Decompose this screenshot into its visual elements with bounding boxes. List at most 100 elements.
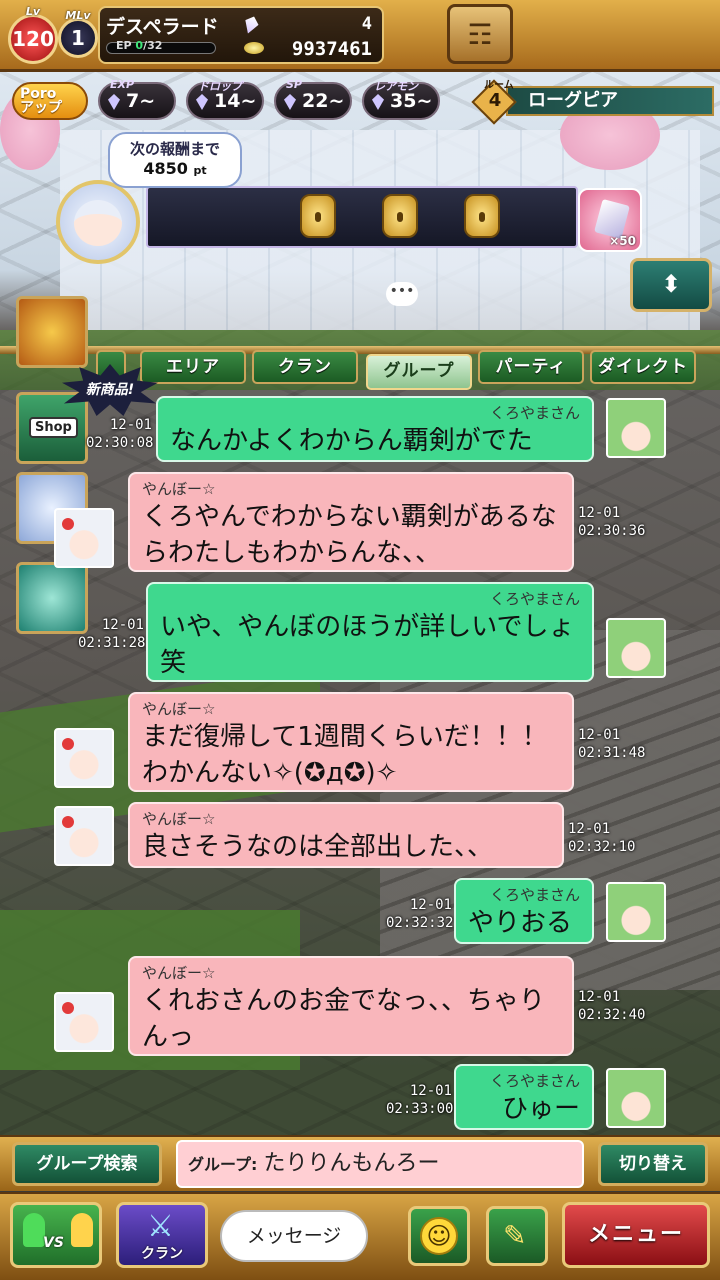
chat-message-other[interactable]: やんぼー☆ くれおさんのお金でなっ、、ちゃりんっ xyxy=(128,956,574,1056)
room-name-plate[interactable]: ローグピア xyxy=(506,86,714,116)
reward-points-value: 4850 xyxy=(143,159,188,178)
drop-boost[interactable]: ドロップ 14~ xyxy=(186,80,264,120)
group-search-button[interactable]: グループ検索 xyxy=(12,1142,162,1186)
message-sender: やんぼー☆ xyxy=(142,700,216,718)
shop-label: Shop xyxy=(29,417,78,438)
message-text: やりおる xyxy=(468,908,573,938)
lock-icon xyxy=(300,194,336,238)
switch-group-button[interactable]: 切り替え xyxy=(598,1142,708,1186)
message-sender: やんぼー☆ xyxy=(142,810,216,828)
reward-points-unit: pt xyxy=(193,164,207,177)
emoji-button[interactable]: ☺ xyxy=(408,1206,470,1266)
message-timestamp: 12-01 02:31:48 xyxy=(578,727,646,761)
message-text: くれおさんのお金でなっ、、ちゃりんっ xyxy=(142,986,546,1052)
sender-avatar[interactable] xyxy=(54,806,114,866)
sp-boost[interactable]: SP 22~ xyxy=(274,78,352,120)
gem-count: 4 xyxy=(361,14,372,34)
message-text: ひゅー xyxy=(501,1094,580,1124)
message-sender: くろやまさん xyxy=(489,1072,580,1090)
ep-current: 0 xyxy=(135,39,144,52)
lock-icon xyxy=(464,194,500,238)
level-badge: Lv 120 xyxy=(8,5,58,64)
message-text: まだ復帰して1週間くらいだ！！！わかんない✧(✪д✪)✧ xyxy=(142,722,548,788)
message-text: 良さそうなのは全部出した、、 xyxy=(142,832,494,862)
ep-readout: EP 0/32 xyxy=(116,39,162,52)
group-name: たりりんもんろー xyxy=(263,1151,440,1176)
friends-book-button[interactable]: ☶ xyxy=(447,4,513,64)
ep-label: EP xyxy=(116,39,132,52)
chat-message-other[interactable]: やんぼー☆ 良さそうなのは全部出した、、 xyxy=(128,802,564,868)
chat-message-other[interactable]: やんぼー☆ まだ復帰して1週間くらいだ！！！わかんない✧(✪д✪)✧ xyxy=(128,692,574,792)
sender-avatar[interactable] xyxy=(606,1068,666,1128)
sender-avatar[interactable] xyxy=(606,398,666,458)
level-value: 120 xyxy=(12,27,54,51)
sender-avatar[interactable] xyxy=(606,618,666,678)
sender-avatar[interactable] xyxy=(54,728,114,788)
status-bar: Lv 120 MLv 1 デスペラード EP 0/32 4 9937461 ☶ xyxy=(0,0,720,72)
tab-group[interactable]: グループ xyxy=(366,354,472,390)
shop-button[interactable]: Shop xyxy=(16,392,88,464)
brush-icon: ✎ xyxy=(503,1219,527,1252)
message-timestamp: 12-01 02:30:08 xyxy=(86,417,154,451)
master-level-caption: MLv xyxy=(65,9,91,22)
master-level-badge: MLv 1 xyxy=(58,9,98,58)
crystal-icon xyxy=(196,94,208,110)
ep-max: /32 xyxy=(143,39,163,52)
menu-button[interactable]: メニュー xyxy=(562,1202,710,1268)
next-reward-bubble: 次の報酬まで 4850 pt xyxy=(108,132,242,188)
character-avatar[interactable] xyxy=(56,180,140,264)
tab-area[interactable]: エリア xyxy=(140,350,246,384)
exp-boost-label: EXP xyxy=(110,78,135,91)
sender-avatar[interactable] xyxy=(54,508,114,568)
clan-button[interactable]: ⚔ クラン xyxy=(116,1202,208,1268)
book-icon: ☶ xyxy=(467,17,493,51)
sender-avatar[interactable] xyxy=(606,882,666,942)
chat-message-mine[interactable]: くろやまさん ひゅー xyxy=(454,1064,594,1130)
message-text: いや、やんぼのほうが詳しいでしょ笑 xyxy=(160,612,575,678)
current-group-field[interactable]: グループ: たりりんもんろー xyxy=(176,1140,584,1188)
exp-boost[interactable]: EXP 7~ xyxy=(98,78,176,120)
player-stat-panel: デスペラード EP 0/32 4 9937461 xyxy=(98,6,384,64)
room-caption: ルーム xyxy=(484,80,514,91)
message-input-button[interactable]: メッセージ xyxy=(220,1210,368,1262)
chat-message-mine[interactable]: くろやまさん やりおる xyxy=(454,878,594,944)
message-sender: くろやまさん xyxy=(489,886,580,904)
pvp-button[interactable]: VS xyxy=(10,1202,102,1268)
smiley-icon: ☺ xyxy=(420,1217,458,1255)
message-sender: やんぼー☆ xyxy=(142,480,216,498)
lock-icon xyxy=(382,194,418,238)
sp-boost-label: SP xyxy=(286,78,302,91)
event-button[interactable] xyxy=(16,296,88,368)
message-sender: くろやまさん xyxy=(489,404,580,422)
room-number: 4 xyxy=(488,90,502,111)
stamp-button[interactable]: ✎ xyxy=(486,1206,548,1266)
gold-coin-icon xyxy=(244,42,264,54)
message-timestamp: 12-01 02:30:36 xyxy=(578,505,646,539)
message-timestamp: 12-01 02:32:10 xyxy=(568,821,636,855)
sender-avatar[interactable] xyxy=(54,992,114,1052)
reward-item[interactable]: ×50 xyxy=(578,188,642,252)
gold-count: 9937461 xyxy=(291,38,372,60)
message-timestamp: 12-01 02:33:00 xyxy=(386,1083,454,1117)
next-reward-label: 次の報酬まで xyxy=(129,140,220,158)
poro-label: Poro xyxy=(20,86,57,102)
chat-message-other[interactable]: やんぼー☆ くろやんでわからない覇剣があるならわたしもわからんな、、 xyxy=(128,472,574,572)
speech-bubble-icon: ••• xyxy=(386,282,418,306)
rare-monster-boost[interactable]: レアモン 35~ xyxy=(362,80,440,120)
expand-collapse-button[interactable]: ⬍ xyxy=(630,258,712,312)
chat-message-mine[interactable]: くろやまさん いや、やんぼのほうが詳しいでしょ笑 xyxy=(146,582,594,682)
tab-clan[interactable]: クラン xyxy=(252,350,358,384)
master-level-value: 1 xyxy=(71,26,85,50)
reward-track[interactable] xyxy=(146,186,578,248)
clan-label: クラン xyxy=(141,1246,183,1262)
message-sender: やんぼー☆ xyxy=(142,964,216,982)
poro-up-button[interactable]: Poro アップ xyxy=(12,82,88,120)
up-down-arrow-icon: ⬍ xyxy=(660,270,682,298)
message-sender: くろやまさん xyxy=(489,590,580,608)
tab-direct[interactable]: ダイレクト xyxy=(590,350,696,384)
gem-icon xyxy=(241,14,260,36)
chat-message-mine[interactable]: くろやまさん なんかよくわからん覇剣がでた xyxy=(156,396,594,462)
message-text: くろやんでわからない覇剣があるならわたしもわからんな、、 xyxy=(142,502,557,568)
exp-boost-value: 7~ xyxy=(126,90,156,112)
tab-party[interactable]: パーティ xyxy=(478,350,584,384)
